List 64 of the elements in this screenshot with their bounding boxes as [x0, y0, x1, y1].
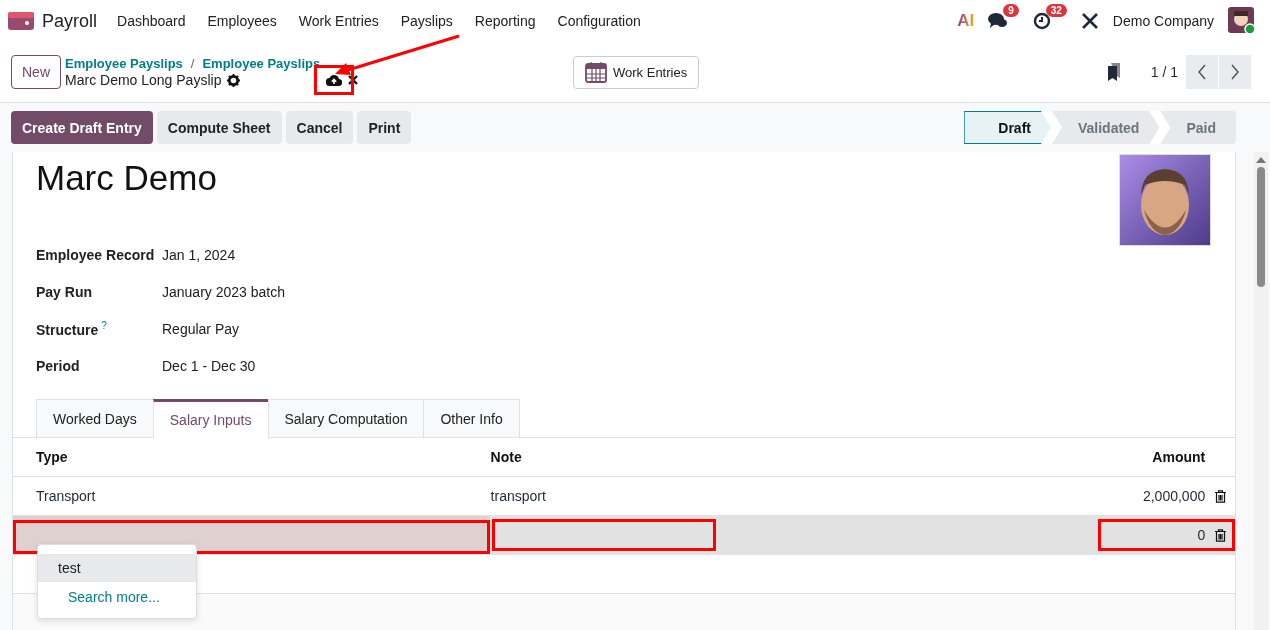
breadcrumb-separator: /: [190, 56, 195, 71]
action-button[interactable]: Cancel: [285, 111, 354, 144]
activity-count: 32: [1045, 4, 1067, 17]
status-stage[interactable]: Draft: [964, 111, 1051, 144]
breadcrumb-link[interactable]: Employee Payslips: [65, 56, 183, 71]
field-value[interactable]: Dec 1 - Dec 30: [162, 358, 256, 374]
calendar-icon: [585, 61, 607, 83]
amount-input[interactable]: 0: [1197, 527, 1206, 543]
record-title: Marc Demo Long Payslip: [65, 72, 222, 88]
previous-button[interactable]: [1186, 55, 1218, 89]
field-value[interactable]: Jan 1, 2024: [162, 247, 236, 263]
scrollbar[interactable]: [1254, 152, 1268, 630]
company-switcher[interactable]: Demo Company: [1112, 13, 1214, 29]
column-header[interactable]: Note: [490, 449, 1045, 465]
trash-icon[interactable]: [1214, 489, 1226, 503]
app-name[interactable]: Payroll: [42, 10, 98, 32]
field-label: Pay Run: [36, 284, 93, 300]
next-button[interactable]: [1219, 55, 1251, 89]
app-logo-icon[interactable]: [8, 12, 34, 30]
field-label: Period: [36, 358, 81, 374]
chat-icon[interactable]: [988, 12, 1009, 30]
action-button[interactable]: Create Draft Entry: [11, 111, 153, 144]
tab[interactable]: Other Info: [423, 399, 520, 437]
field-value[interactable]: January 2023 batch: [162, 284, 285, 300]
field-label: Employee Record: [36, 247, 156, 263]
trash-icon[interactable]: [1214, 528, 1226, 542]
help-mark[interactable]: ?: [101, 320, 107, 332]
menu-item[interactable]: Dashboard: [117, 13, 186, 29]
column-header[interactable]: Type: [36, 449, 491, 465]
tab[interactable]: Worked Days: [36, 399, 154, 437]
tab[interactable]: Salary Inputs: [152, 399, 269, 438]
action-button[interactable]: Compute Sheet: [156, 111, 282, 144]
table-cell-text: Transport: [36, 488, 97, 504]
table-cell-text: transport: [490, 488, 547, 504]
field-value[interactable]: Regular Pay: [162, 321, 240, 337]
work-entries-button[interactable]: Work Entries: [573, 55, 700, 89]
scroll-up-icon[interactable]: [1256, 157, 1266, 163]
new-button[interactable]: New: [11, 55, 61, 89]
gear-icon[interactable]: [227, 73, 241, 87]
clock-icon[interactable]: [1032, 12, 1051, 30]
tab[interactable]: Salary Computation: [267, 399, 425, 437]
menu-item[interactable]: Work Entries: [298, 13, 379, 29]
breadcrumb-link[interactable]: Employee Payslips: [202, 56, 321, 71]
column-header[interactable]: Amount: [1044, 449, 1206, 465]
cloud-upload-icon[interactable]: [326, 74, 343, 86]
menu-item[interactable]: Employees: [207, 13, 277, 29]
chevron-right-icon: [1230, 64, 1240, 80]
status-stage[interactable]: Validated: [1051, 111, 1160, 144]
menu-item[interactable]: Payslips: [400, 13, 453, 29]
bookmark-icon[interactable]: [1106, 63, 1121, 81]
pager-value: 1 / 1: [1150, 64, 1178, 80]
field-label: Structure $^{?}$: [36, 320, 108, 338]
menu-item[interactable]: Reporting: [474, 13, 536, 29]
table-cell-text: 2,000,000: [1141, 488, 1206, 504]
chevron-left-icon: [1197, 64, 1207, 80]
search-more-link[interactable]: Search more...: [38, 582, 196, 612]
close-icon[interactable]: [348, 75, 359, 85]
menu-item[interactable]: Configuration: [557, 13, 641, 29]
message-count: 9: [1003, 4, 1019, 17]
employee-name: Marc Demo: [36, 158, 217, 199]
dropdown-option[interactable]: test: [38, 554, 196, 582]
action-button[interactable]: Print: [357, 111, 412, 144]
status-stage[interactable]: Paid: [1160, 111, 1236, 144]
scrollbar-thumb[interactable]: [1257, 167, 1265, 287]
